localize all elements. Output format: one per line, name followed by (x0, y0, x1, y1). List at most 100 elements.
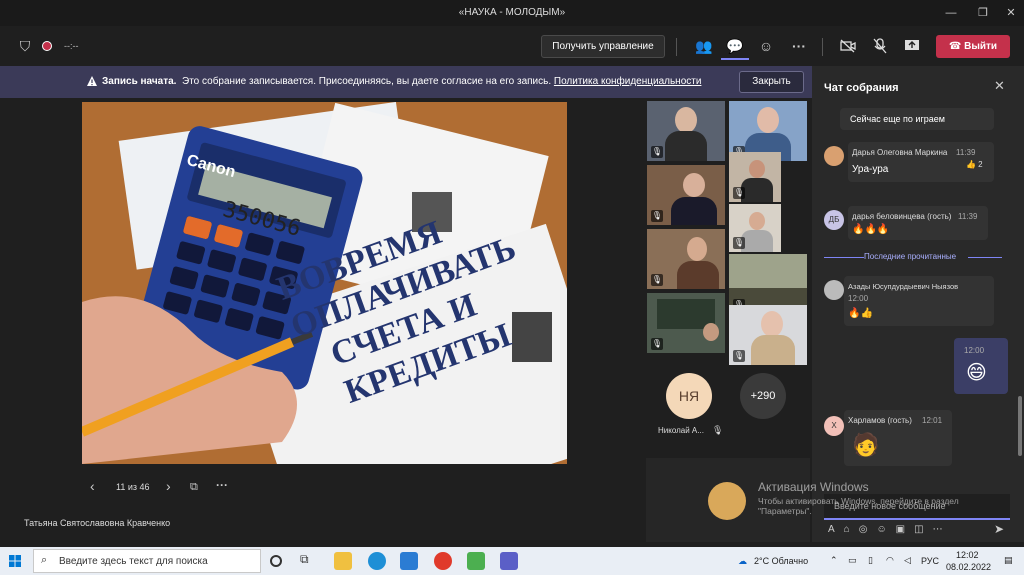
participant-body (677, 261, 719, 289)
like-reaction[interactable]: 👍 2 (966, 160, 983, 169)
teams-icon[interactable] (500, 552, 518, 570)
window-title: «НАУКА - МОЛОДЫМ» (458, 7, 566, 18)
participant-face (749, 160, 765, 178)
slide-grid-icon[interactable]: ⧉ (190, 481, 198, 494)
participant-body (741, 230, 773, 252)
chat-message: дарья беловинцева (гость) 11:39 🔥🔥🔥 (848, 206, 988, 240)
message-body: 🔥👍 (848, 308, 873, 319)
more-actions-icon[interactable]: ··· (785, 32, 813, 60)
chat-title: Чат собрания (824, 82, 899, 94)
clock-date[interactable]: 08.02.2022 (946, 562, 991, 572)
shared-slide: Canon 350056 ВОВРЕМЯ ОПЛАЧИВАТЬ СЧЕТА И … (82, 102, 567, 464)
self-avatar (708, 482, 746, 520)
taskbar-search[interactable]: ⌕ Введите здесь текст для поиска (33, 549, 261, 573)
chat-avatar (824, 280, 844, 300)
participant-face (675, 107, 697, 133)
clock-time[interactable]: 12:02 (956, 550, 979, 560)
presenter-name: Татьяна Святославовна Кравченко (24, 518, 171, 528)
camera-off-icon[interactable] (834, 32, 862, 60)
weather-text[interactable]: 2°C Облачно (754, 556, 808, 566)
battery-icon[interactable]: ▯ (868, 555, 873, 566)
reactions-icon[interactable]: ☺ (752, 32, 780, 60)
send-icon[interactable]: ➤ (994, 522, 1004, 536)
close-window-icon[interactable]: ✕ (996, 4, 1024, 22)
windows-start-icon[interactable] (9, 555, 21, 567)
message-time: 12:00 (964, 346, 985, 355)
loop-icon[interactable]: ◎ (859, 524, 877, 535)
mail-icon[interactable] (400, 552, 418, 570)
minimize-icon[interactable]: — (936, 4, 966, 22)
muted-mic-icon: 🎙 (733, 187, 745, 199)
yandex-icon[interactable] (434, 552, 452, 570)
message-author: Дарья Олеговна Маркина (852, 148, 948, 157)
own-chat-message: 12:00 😄 (954, 338, 1008, 394)
download-icon[interactable] (467, 552, 485, 570)
wifi-icon[interactable]: ◠ (886, 555, 894, 566)
more-participants-button[interactable]: +290 (740, 373, 786, 419)
activation-text: Чтобы активировать Windows, перейдите в … (758, 496, 959, 506)
edge-icon[interactable] (368, 552, 386, 570)
title-bar: «НАУКА - МОЛОДЫМ» — ❐ ✕ (0, 0, 1024, 26)
tray-expand-icon[interactable]: ⌃ (830, 555, 838, 566)
participant-avatar[interactable]: НЯ (666, 373, 712, 419)
emoji-icon[interactable]: ☺ (876, 524, 895, 535)
mic-off-icon[interactable] (866, 32, 894, 60)
message-author: дарья беловинцева (гость) (852, 212, 952, 221)
message-time: 11:39 (958, 212, 978, 221)
participants-icon[interactable]: 👥 (690, 32, 718, 60)
compose-toolbar: A⌂◎☺▣◫⋯ (828, 524, 1008, 535)
volume-icon[interactable]: ◁ (904, 555, 911, 566)
video-tile[interactable]: 🎙 (647, 293, 725, 353)
attach-icon[interactable]: ⌂ (844, 524, 859, 535)
privacy-policy-link[interactable]: Политика конфиденциальности (554, 76, 702, 87)
search-input[interactable]: Введите здесь текст для поиска (59, 556, 208, 567)
more-compose-icon[interactable]: ⋯ (933, 524, 952, 535)
request-control-button[interactable]: Получить управление (541, 35, 665, 58)
recording-banner: Запись начата. Это собрание записывается… (0, 66, 812, 98)
video-tile[interactable]: 🎙 (729, 305, 807, 365)
sticker-icon[interactable]: ◫ (914, 524, 932, 535)
slide-more-icon[interactable]: ··· (216, 478, 228, 492)
participant-body (665, 131, 707, 161)
share-screen-icon[interactable] (898, 32, 926, 60)
video-tile[interactable]: 🎙 (647, 229, 725, 289)
format-icon[interactable]: A (828, 524, 844, 535)
divider-line (824, 257, 864, 258)
search-icon: ⌕ (41, 554, 48, 566)
next-slide-icon[interactable]: › (166, 478, 171, 494)
meeting-timer: --:-- (64, 41, 79, 51)
leave-button[interactable]: ☎ Выйти (936, 35, 1010, 58)
file-explorer-icon[interactable] (334, 552, 352, 570)
message-body: 🔥🔥🔥 (852, 224, 890, 235)
muted-mic-icon: 🎙 (733, 237, 745, 249)
video-tile[interactable]: 🎙 (729, 204, 781, 252)
chat-scrollbar[interactable] (1018, 396, 1022, 456)
shield-icon: ⛉ (19, 38, 31, 54)
chat-avatar: Х (824, 416, 844, 436)
chat-icon[interactable]: 💬 (721, 32, 749, 60)
maximize-icon[interactable]: ❐ (968, 4, 998, 22)
gif-icon[interactable]: ▣ (896, 524, 914, 535)
chat-avatar (824, 146, 844, 166)
leave-label: Выйти (964, 41, 998, 52)
previous-slide-icon[interactable]: ‹ (90, 478, 95, 494)
video-tile[interactable]: 🎙 (729, 152, 781, 202)
close-chat-icon[interactable]: ✕ (994, 78, 1005, 94)
toolbar-divider (676, 38, 677, 56)
notifications-icon[interactable]: ▤ (1004, 555, 1013, 566)
muted-mic-icon: 🎙 (651, 210, 663, 222)
participant-body (741, 178, 773, 202)
close-banner-button[interactable]: Закрыть (739, 71, 804, 93)
language-indicator[interactable]: РУС (921, 556, 939, 566)
chat-avatar: ДБ (824, 210, 844, 230)
video-tile[interactable]: 🎙 (647, 165, 725, 225)
video-tile[interactable]: 🎙 (647, 101, 725, 161)
network-icon[interactable]: ▭ (848, 555, 857, 566)
cortana-icon[interactable] (270, 555, 282, 567)
message-body: Сейчас еще по играем (850, 114, 945, 124)
message-body: 😄 (966, 362, 987, 384)
recording-banner-text: Запись начата. Это собрание записывается… (102, 76, 701, 87)
task-view-icon[interactable]: ⧉ (300, 552, 318, 570)
chat-message: Дарья Олеговна Маркина 11:39 Ура-ура 👍 2 (848, 142, 994, 182)
activation-title: Активация Windows (758, 480, 869, 494)
